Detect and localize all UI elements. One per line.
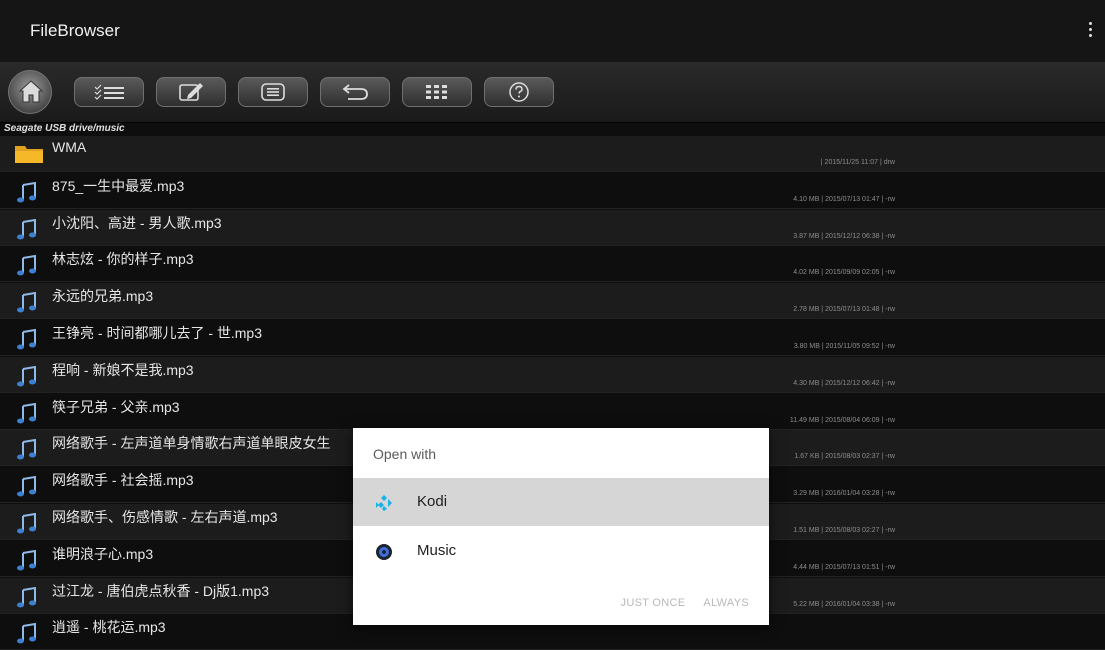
app-title: FileBrowser: [30, 21, 120, 40]
edit-icon: [179, 83, 203, 101]
file-meta: 2.78 MB | 2015/07/13 01:48 | -rw: [793, 306, 895, 314]
file-meta: 1.67 KB | 2015/08/03 02:37 | -rw: [794, 453, 895, 461]
open-with-dialog: Open with Kodi Music JUST ONCE ALWAYS: [353, 428, 769, 625]
list-icon: [261, 83, 285, 101]
checklist-icon: [94, 84, 124, 100]
file-row[interactable]: 程响 - 新娘不是我.mp3 4.30 MB | 2015/12/12 06:42…: [0, 356, 1105, 393]
undo-icon: [342, 84, 368, 100]
file-row[interactable]: 筷子兄弟 - 父亲.mp3 11.49 MB | 2015/08/04 06:09…: [0, 394, 1105, 430]
music-note-icon: [17, 439, 36, 460]
file-meta: 3.80 MB | 2015/11/05 09:52 | -rw: [793, 343, 895, 350]
edit-button[interactable]: [156, 77, 226, 107]
grid-icon: [426, 85, 447, 99]
file-name: 永远的兄弟.mp3: [52, 288, 154, 305]
music-icon: [376, 544, 392, 560]
music-note-icon: [17, 402, 36, 424]
music-note-icon: [17, 513, 36, 534]
dialog-option-label: Kodi: [417, 493, 448, 510]
file-name: 逍遥 - 桃花运.mp3: [52, 619, 166, 636]
music-note-icon: [17, 623, 36, 644]
music-note-icon: [17, 218, 36, 240]
select-button[interactable]: [74, 77, 144, 107]
help-icon: [509, 82, 529, 102]
file-row[interactable]: 王铮亮 - 时间都哪儿去了 - 世.mp3 3.80 MB | 2015/11/0…: [0, 320, 1105, 356]
dialog-option-music[interactable]: Music: [353, 527, 769, 575]
current-path: Seagate USB drive/music: [4, 123, 125, 134]
file-name: 谁明浪子心.mp3: [52, 545, 154, 562]
dialog-title: Open with: [373, 446, 437, 462]
home-icon: [18, 80, 44, 103]
file-name: 875_一生中最爱.mp3: [52, 177, 185, 194]
music-note-icon: [17, 292, 36, 313]
just-once-button[interactable]: JUST ONCE: [621, 597, 686, 609]
folder-icon: [15, 146, 43, 163]
toolbar: [0, 62, 1105, 123]
music-note-icon: [17, 365, 36, 387]
file-name: 小沈阳、高进 - 男人歌.mp3: [52, 214, 222, 231]
file-name: 网络歌手、伤感情歌 - 左右声道.mp3: [52, 509, 278, 525]
file-name: 筷子兄弟 - 父亲.mp3: [52, 398, 180, 415]
help-button[interactable]: [484, 77, 554, 107]
file-row[interactable]: 林志炫 - 你的样子.mp3 4.02 MB | 2015/09/09 02:05…: [0, 246, 1105, 283]
file-meta: 4.30 MB | 2015/12/12 06:42 | -rw: [793, 379, 895, 387]
dialog-option-label: Music: [417, 542, 457, 559]
file-row[interactable]: 875_一生中最爱.mp3 4.10 MB | 2015/07/13 01:47 …: [0, 173, 1105, 209]
folder-row[interactable]: WMA | 2015/11/25 11:07 | drw: [0, 136, 1105, 172]
music-note-icon: [17, 255, 36, 276]
back-button[interactable]: [320, 77, 390, 107]
file-row[interactable]: 永远的兄弟.mp3 2.78 MB | 2015/07/13 01:48 | -r…: [0, 283, 1105, 320]
home-button[interactable]: [8, 70, 52, 114]
music-note-icon: [17, 181, 36, 203]
file-meta: 3.29 MB | 2016/01/04 03:28 | -rw: [793, 490, 895, 498]
file-meta: 3.87 MB | 2015/12/12 06:38 | -rw: [793, 232, 895, 240]
file-meta: 11.49 MB | 2015/08/04 06:09 | -rw: [789, 416, 895, 424]
file-meta: 4.10 MB | 2015/07/13 01:47 | -rw: [793, 195, 895, 203]
file-meta: | 2015/11/25 11:07 | drw: [820, 159, 895, 166]
grid-view-button[interactable]: [402, 77, 472, 107]
always-button[interactable]: ALWAYS: [703, 597, 749, 609]
file-meta: 1.51 MB | 2015/08/03 02:27 | -rw: [793, 527, 895, 534]
dialog-option-kodi[interactable]: Kodi: [353, 478, 769, 526]
file-meta: 5.22 MB | 2016/01/04 03:38 | -rw: [793, 600, 895, 608]
file-name: 网络歌手 - 左声道单身情歌右声道单眼皮女生: [52, 435, 331, 452]
file-name: 程响 - 新娘不是我.mp3: [52, 361, 194, 378]
app-bar: FileBrowser: [0, 0, 1105, 62]
kodi-icon: [376, 495, 392, 511]
list-button[interactable]: [238, 77, 308, 107]
file-name: 过江龙 - 唐伯虎点秋香 - Dj版1.mp3: [52, 582, 270, 599]
music-note-icon: [17, 586, 36, 608]
file-name: WMA: [52, 139, 87, 155]
file-row[interactable]: 小沈阳、高进 - 男人歌.mp3 3.87 MB | 2015/12/12 06:…: [0, 209, 1105, 246]
music-note-icon: [17, 549, 36, 571]
file-name: 王铮亮 - 时间都哪儿去了 - 世.mp3: [52, 325, 263, 341]
overflow-menu-icon[interactable]: [1089, 22, 1093, 38]
file-name: 林志炫 - 你的样子.mp3: [52, 251, 194, 268]
music-note-icon: [17, 476, 36, 497]
file-meta: 4.02 MB | 2015/09/09 02:05 | -rw: [793, 269, 895, 277]
file-name: 网络歌手 - 社会摇.mp3: [52, 472, 194, 489]
music-note-icon: [17, 329, 36, 350]
file-meta: 4.44 MB | 2015/07/13 01:51 | -rw: [793, 563, 895, 571]
